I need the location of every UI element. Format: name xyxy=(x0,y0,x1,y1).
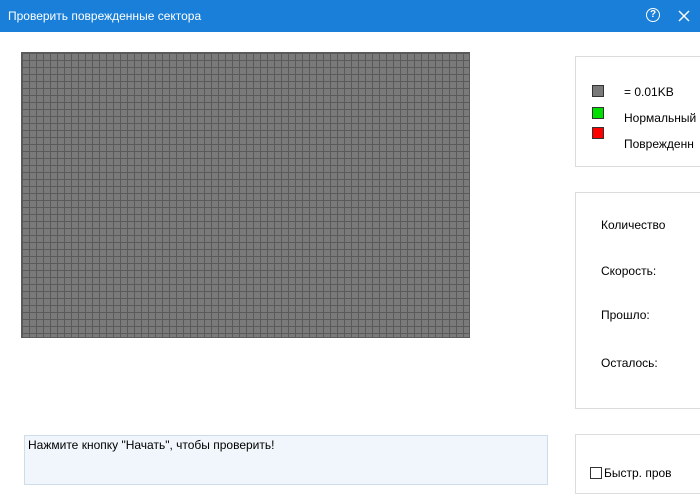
legend-label: Поврежденн xyxy=(624,137,694,151)
options-panel: Быстр. пров xyxy=(575,434,700,494)
green-square-icon xyxy=(592,107,604,119)
window-title: Проверить поврежденные сектора xyxy=(8,9,202,23)
elapsed-label: Прошло: xyxy=(601,308,650,322)
stats-panel: Количество Скорость: Прошло: Осталось: xyxy=(575,192,700,409)
remaining-label: Осталось: xyxy=(601,356,658,370)
legend-label: Нормальный xyxy=(624,111,697,125)
legend-panel: = 0.01KB Нормальный Поврежденн xyxy=(575,56,700,167)
speed-label: Скорость: xyxy=(601,264,657,278)
count-label: Количество xyxy=(601,218,666,232)
legend-label: = 0.01KB xyxy=(624,85,674,99)
status-message-box: Нажмите кнопку "Начать", чтобы проверить… xyxy=(24,435,548,485)
status-message: Нажмите кнопку "Начать", чтобы проверить… xyxy=(28,438,275,452)
sector-map-grid xyxy=(21,52,470,338)
quick-check-label[interactable]: Быстр. пров xyxy=(604,466,672,480)
help-icon[interactable]: ? xyxy=(646,8,660,22)
red-square-icon xyxy=(592,127,604,139)
close-icon[interactable] xyxy=(674,6,694,26)
gray-square-icon xyxy=(592,85,604,97)
quick-check-checkbox[interactable] xyxy=(590,467,602,479)
title-bar: Проверить поврежденные сектора ? xyxy=(0,0,700,32)
